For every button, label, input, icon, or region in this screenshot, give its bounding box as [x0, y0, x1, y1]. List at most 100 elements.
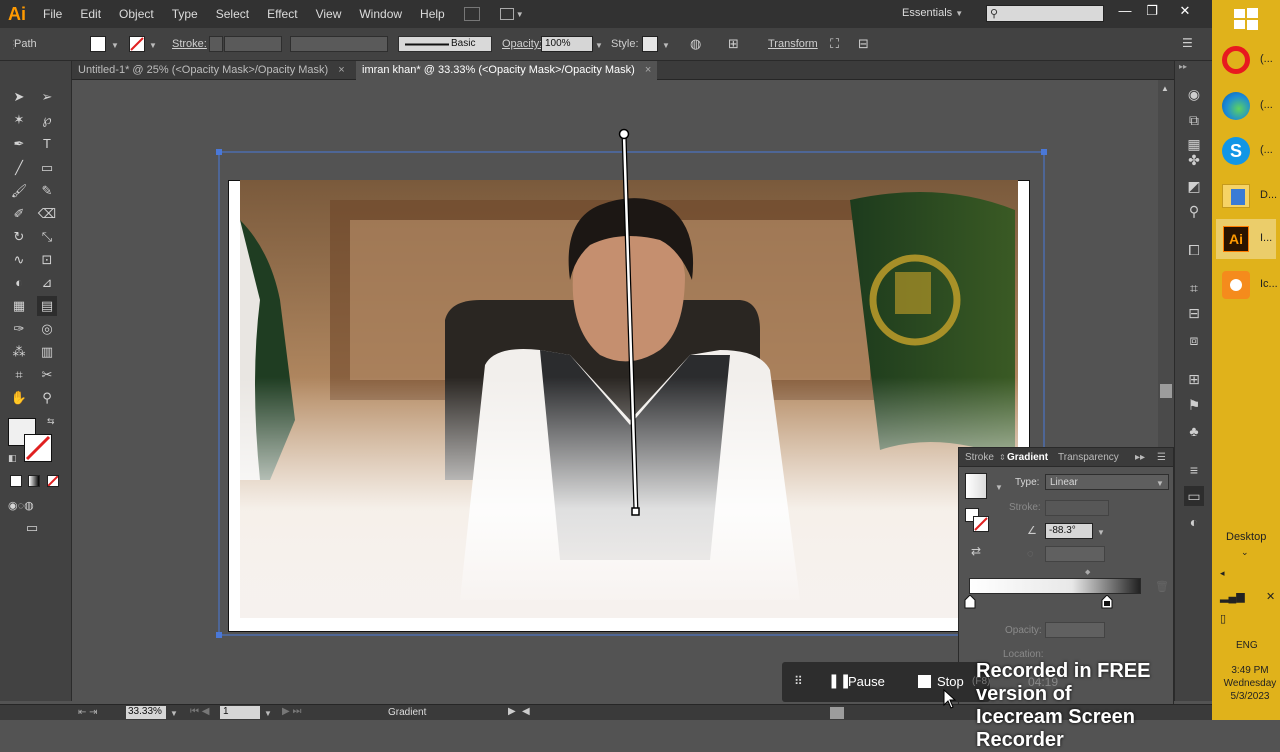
taskbar-desktop-folder[interactable]: D... [1216, 176, 1277, 216]
gradient-stop-white[interactable] [964, 595, 976, 609]
layers-panel-icon[interactable]: ⊞ [1184, 369, 1204, 389]
rectangle-tool-icon[interactable]: ▭ [37, 158, 57, 178]
fill-swatch[interactable] [90, 36, 106, 52]
gradient-annotator[interactable] [612, 124, 644, 520]
tab-transparency[interactable]: Transparency [1058, 452, 1119, 463]
transform-panel-icon[interactable]: ⧈ [1184, 330, 1204, 350]
transparency-panel-icon[interactable]: ◐ [1184, 512, 1204, 532]
taskbar-opera[interactable]: (... [1216, 40, 1276, 80]
drawing-mode-icon[interactable]: ◉◌◍ [8, 496, 34, 516]
network-icon[interactable]: ▂▄▆ [1220, 590, 1245, 603]
zoom-tool-icon[interactable]: ⚲ [37, 388, 57, 408]
close-tab-icon[interactable]: × [645, 64, 651, 77]
gradient-slider[interactable] [969, 578, 1141, 594]
stroke-weight-field[interactable] [224, 36, 282, 52]
bridge-icon[interactable] [463, 7, 480, 21]
menu-select[interactable]: Select [207, 7, 258, 21]
restore-button[interactable]: ❐ [1139, 3, 1165, 23]
search-input[interactable]: ⚲ [986, 5, 1104, 22]
artboard-navigator-icon[interactable]: ⇤ ⇥ [78, 707, 98, 718]
menu-help[interactable]: Help [411, 7, 454, 21]
none-mode-icon[interactable] [47, 475, 59, 487]
tab-untitled-1[interactable]: Untitled-1* @ 25% (<Opacity Mask>/Opacit… [72, 61, 351, 80]
next-artboard-icon[interactable]: ▶ ⏭ [282, 706, 301, 717]
drag-handle-icon[interactable]: ⠿ [794, 674, 803, 688]
opacity-dropdown-icon[interactable]: ▼ [595, 41, 603, 50]
desktop-toolbar-label[interactable]: Desktop [1226, 531, 1266, 543]
paintbrush-tool-icon[interactable]: 🖌 [9, 181, 29, 201]
gradient-type-select[interactable]: Linear ▼ [1045, 474, 1169, 490]
windows-start-icon[interactable] [1234, 8, 1258, 30]
arrange-icon[interactable]: ⊟ [858, 36, 869, 52]
stroke-color-swatch[interactable] [24, 434, 52, 462]
brushes-panel-icon[interactable]: ✤ [1184, 150, 1204, 170]
warp-tool-icon[interactable]: ∿ [9, 250, 29, 270]
eyedropper-tool-icon[interactable]: ✑ [9, 319, 29, 339]
shape-builder-tool-icon[interactable]: ◐ [9, 273, 29, 293]
isolate-icon[interactable]: ⛶ [830, 36, 839, 52]
angle-field[interactable]: -88.3° [1045, 523, 1093, 539]
transform-link[interactable]: Transform [768, 38, 818, 50]
align-icon[interactable]: ⊞ [728, 36, 739, 52]
swap-colors-icon[interactable]: ⇆ [47, 416, 55, 427]
menu-effect[interactable]: Effect [258, 7, 306, 21]
screen-mode-icon[interactable]: ▭ [22, 518, 42, 538]
expand-panel-icon[interactable]: ▸▸ [1135, 452, 1145, 463]
panel-options-icon[interactable]: ☰ [1157, 452, 1166, 463]
midpoint-diamond-icon[interactable]: ◆ [1085, 568, 1090, 576]
variable-width-profile[interactable] [290, 36, 388, 52]
blob-brush-tool-icon[interactable]: ✐ [9, 204, 29, 224]
color-mode-icon[interactable] [10, 475, 22, 487]
type-tool-icon[interactable]: T [37, 134, 57, 154]
system-clock[interactable]: 3:49 PM Wednesday 5/3/2023 [1222, 664, 1278, 703]
recolor-artwork-icon[interactable]: ◍ [690, 36, 701, 52]
zoom-dropdown-icon[interactable]: ▼ [170, 709, 178, 718]
stroke-label[interactable]: Stroke: [172, 38, 207, 50]
workspace-switcher[interactable]: Essentials ▼ [902, 7, 963, 19]
vertical-scroll-thumb[interactable] [1160, 384, 1172, 398]
first-artboard-icon[interactable]: ⏮ ◀ [190, 706, 209, 717]
pathfinder-panel-icon[interactable]: ⊟ [1184, 303, 1204, 323]
collapse-dock-icon[interactable]: ▸▸ [1179, 62, 1187, 71]
desktop-chevron-icon[interactable]: ⌄ [1241, 547, 1249, 558]
artboard-tool-icon[interactable]: ⌗ [9, 365, 29, 385]
menu-object[interactable]: Object [110, 7, 163, 21]
eraser-tool-icon[interactable]: ⌫ [37, 204, 57, 224]
tab-gradient[interactable]: Gradient [1007, 452, 1048, 463]
gradient-tool-icon[interactable]: ▤ [37, 296, 57, 316]
menu-view[interactable]: View [307, 7, 351, 21]
menu-window[interactable]: Window [350, 7, 411, 21]
taskbar-skype[interactable]: S (... [1216, 131, 1276, 171]
battery-icon[interactable]: ▯ [1220, 612, 1226, 625]
menu-file[interactable]: File [34, 7, 71, 21]
selection-tool-icon[interactable]: ➤ [9, 87, 29, 107]
perspective-grid-tool-icon[interactable]: ⊿ [37, 273, 57, 293]
gradient-stop-black[interactable] [1101, 595, 1113, 609]
taskbar-illustrator[interactable]: Ai I... [1216, 219, 1276, 259]
gradient-mode-icon[interactable] [28, 475, 40, 487]
stroke-weight-stepper[interactable] [209, 36, 223, 52]
tab-stroke[interactable]: Stroke [965, 452, 994, 463]
gradient-presets-dropdown-icon[interactable]: ▼ [995, 483, 1003, 492]
wifi-off-icon[interactable]: ✕ [1266, 590, 1275, 603]
language-indicator[interactable]: ENG [1236, 640, 1258, 651]
stop-icon[interactable] [918, 675, 931, 688]
artboard-number-field[interactable]: 1 [220, 706, 260, 719]
scroll-up-icon[interactable]: ▲ [1161, 84, 1169, 93]
free-transform-tool-icon[interactable]: ⊡ [37, 250, 57, 270]
status-menu-arrow-icon[interactable]: ▶ [508, 706, 516, 717]
align-panel-icon[interactable]: ⌗ [1184, 278, 1204, 298]
direct-selection-tool-icon[interactable]: ➢ [37, 87, 57, 107]
line-tool-icon[interactable]: ╱ [9, 158, 29, 178]
hand-tool-icon[interactable]: ✋ [9, 388, 29, 408]
stroke-indicator[interactable] [973, 516, 989, 532]
pause-button[interactable]: Pause [848, 674, 885, 689]
stroke-panel-icon[interactable]: ≡ [1184, 460, 1204, 480]
pen-tool-icon[interactable]: ✒ [9, 134, 29, 154]
links-panel-icon[interactable]: ♣ [1184, 421, 1204, 441]
taskbar-icecream[interactable]: Ic... [1216, 265, 1278, 305]
rotate-tool-icon[interactable]: ↻ [9, 227, 29, 247]
angle-dropdown-icon[interactable]: ▼ [1097, 528, 1105, 537]
brush-definition-dropdown[interactable]: Basic [398, 36, 492, 52]
close-tab-icon[interactable]: × [338, 64, 344, 77]
